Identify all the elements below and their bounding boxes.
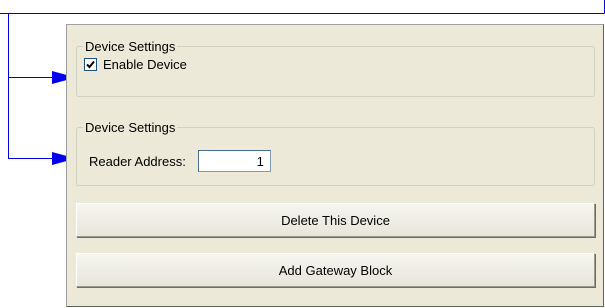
reader-address-input[interactable] (197, 150, 271, 172)
enable-device-group-legend: Device Settings (85, 39, 176, 54)
delete-device-button[interactable]: Delete This Device (76, 203, 595, 237)
screenshot-stage: Device Settings Enable Device Device Set… (0, 0, 605, 308)
add-gateway-block-button[interactable]: Add Gateway Block (76, 253, 595, 287)
reader-address-label: Reader Address: (89, 153, 186, 169)
reader-address-row: Reader Address: (89, 150, 271, 172)
enable-device-checkbox-row[interactable]: Enable Device (84, 56, 187, 72)
device-settings-panel: Device Settings Enable Device Device Set… (66, 24, 604, 307)
enable-device-label: Enable Device (103, 56, 187, 72)
reader-address-group-legend: Device Settings (85, 120, 176, 135)
checkmark-icon (86, 60, 95, 68)
enable-device-checkbox[interactable] (84, 57, 97, 71)
